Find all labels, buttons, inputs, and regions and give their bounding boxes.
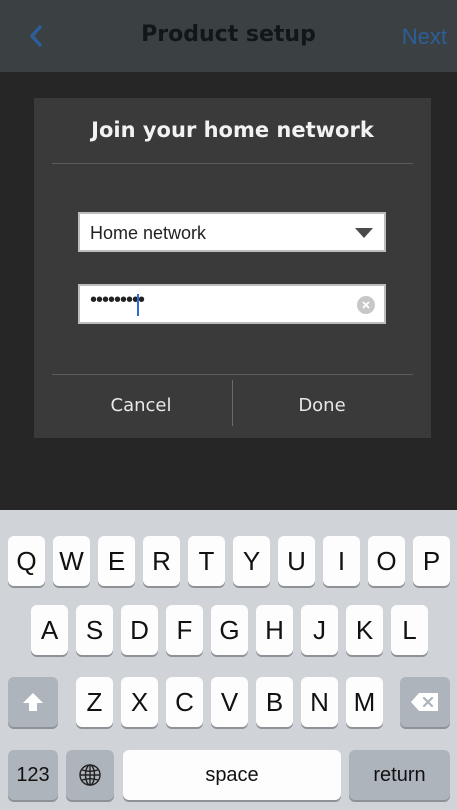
text-cursor	[137, 294, 139, 316]
backspace-key[interactable]	[400, 677, 450, 727]
key-r[interactable]: R	[143, 536, 180, 586]
navigation-bar: Product setup Next	[0, 0, 457, 72]
numbers-key[interactable]: 123	[8, 750, 58, 800]
globe-icon	[79, 764, 101, 786]
backspace-icon	[411, 693, 438, 711]
key-z[interactable]: Z	[76, 677, 113, 727]
network-select-value: Home network	[90, 223, 207, 243]
key-i[interactable]: I	[323, 536, 360, 586]
key-o[interactable]: O	[368, 536, 405, 586]
space-key[interactable]: space	[123, 750, 341, 800]
password-value: •••••••••	[90, 289, 145, 311]
dropdown-arrow-icon	[355, 228, 373, 238]
key-y[interactable]: Y	[233, 536, 270, 586]
clear-button[interactable]	[357, 296, 375, 314]
shift-icon	[23, 693, 43, 711]
cancel-button[interactable]: Cancel	[52, 382, 230, 428]
key-k[interactable]: K	[346, 605, 383, 655]
clear-icon	[362, 301, 370, 309]
key-b[interactable]: B	[256, 677, 293, 727]
dialog-title: Join your home network	[91, 118, 374, 142]
page-title: Product setup	[141, 22, 316, 47]
network-select[interactable]: Home network	[78, 212, 386, 252]
key-d[interactable]: D	[121, 605, 158, 655]
key-j[interactable]: J	[301, 605, 338, 655]
key-u[interactable]: U	[278, 536, 315, 586]
key-f[interactable]: F	[166, 605, 203, 655]
key-q[interactable]: Q	[8, 536, 45, 586]
key-g[interactable]: G	[211, 605, 248, 655]
globe-key[interactable]	[66, 750, 114, 800]
key-p[interactable]: P	[413, 536, 450, 586]
return-key[interactable]: return	[349, 750, 450, 800]
done-button[interactable]: Done	[233, 382, 411, 428]
key-x[interactable]: X	[121, 677, 158, 727]
key-l[interactable]: L	[391, 605, 428, 655]
keyboard: Q W E R T Y U I O P A S D F G H J K L Z …	[0, 510, 457, 810]
key-v[interactable]: V	[211, 677, 248, 727]
key-s[interactable]: S	[76, 605, 113, 655]
key-w[interactable]: W	[53, 536, 90, 586]
shift-key[interactable]	[8, 677, 58, 727]
key-h[interactable]: H	[256, 605, 293, 655]
key-a[interactable]: A	[31, 605, 68, 655]
buttons-divider	[52, 374, 413, 375]
key-e[interactable]: E	[98, 536, 135, 586]
key-m[interactable]: M	[346, 677, 383, 727]
key-t[interactable]: T	[188, 536, 225, 586]
next-button[interactable]: Next	[402, 24, 447, 50]
key-c[interactable]: C	[166, 677, 203, 727]
join-network-dialog: Join your home network Home network ••••…	[34, 98, 431, 438]
title-divider	[52, 163, 413, 164]
key-n[interactable]: N	[301, 677, 338, 727]
password-field[interactable]: •••••••••	[78, 284, 386, 324]
